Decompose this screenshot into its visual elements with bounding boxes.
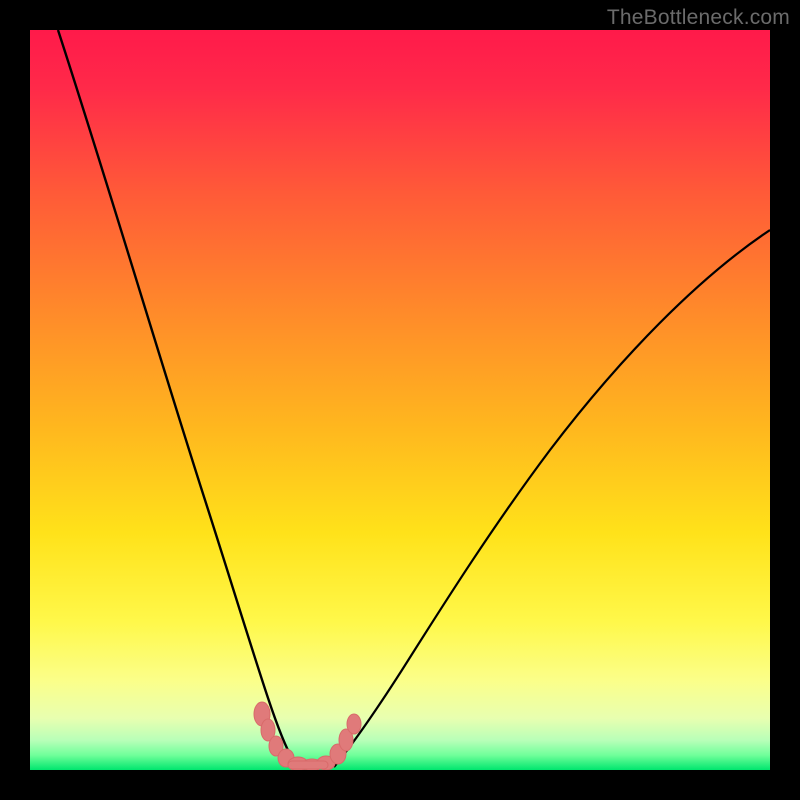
chart-canvas <box>30 30 770 770</box>
watermark-text: TheBottleneck.com <box>607 6 790 30</box>
gradient-background <box>30 30 770 770</box>
chart-frame <box>30 30 770 770</box>
